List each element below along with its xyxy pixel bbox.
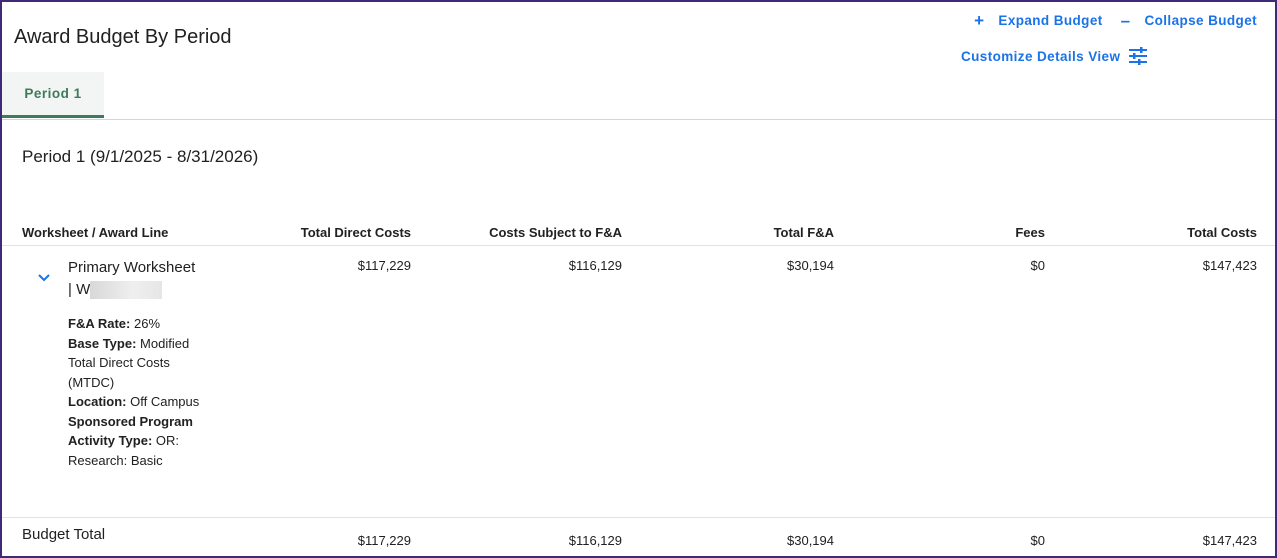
total-total-direct-costs: $117,229 bbox=[357, 533, 411, 548]
expand-budget-button[interactable]: + Expand Budget bbox=[974, 12, 1103, 29]
column-header-total-direct-costs: Total Direct Costs bbox=[300, 225, 411, 240]
budget-total-label: Budget Total bbox=[22, 526, 106, 543]
tab-period-1-label: Period 1 bbox=[24, 86, 82, 101]
column-header-total-fa: Total F&A bbox=[773, 225, 834, 240]
total-fees: $0 bbox=[1030, 533, 1045, 548]
cell-total-direct-costs: $117,229 bbox=[357, 258, 411, 273]
tab-divider bbox=[2, 119, 1275, 120]
worksheet-name-line1: Primary Worksheet bbox=[68, 259, 196, 276]
total-costs-subject-fa: $116,129 bbox=[568, 533, 622, 548]
column-header-costs-subject-fa: Costs Subject to F&A bbox=[489, 225, 622, 240]
expand-budget-label: Expand Budget bbox=[998, 13, 1103, 28]
column-header-total-costs: Total Costs bbox=[1187, 225, 1257, 240]
base-type: Base Type: Modified Total Direct Costs (… bbox=[68, 335, 190, 390]
cell-fees: $0 bbox=[1030, 258, 1045, 273]
worksheet-name-prefix: | W bbox=[68, 281, 91, 298]
tab-period-1[interactable]: Period 1 bbox=[2, 72, 104, 118]
minus-icon: – bbox=[1120, 11, 1131, 30]
customize-details-view-label: Customize Details View bbox=[961, 48, 1121, 64]
fa-rate: F&A Rate: 26% bbox=[68, 316, 161, 331]
chevron-down-icon[interactable] bbox=[36, 270, 52, 286]
worksheet-name: Primary Worksheet | W bbox=[68, 257, 195, 301]
collapse-budget-label: Collapse Budget bbox=[1144, 13, 1257, 28]
total-total-fa: $30,194 bbox=[787, 533, 834, 548]
cell-total-fa: $30,194 bbox=[787, 258, 834, 273]
cell-total-costs: $147,423 bbox=[1202, 258, 1257, 273]
column-header-worksheet: Worksheet / Award Line bbox=[22, 225, 169, 240]
total-divider bbox=[2, 517, 1275, 518]
customize-details-view-button[interactable]: Customize Details View bbox=[961, 47, 1148, 65]
worksheet-name-line2: | W bbox=[68, 279, 195, 301]
activity-type: Sponsored Program Activity Type: OR: Res… bbox=[68, 413, 193, 468]
column-header-fees: Fees bbox=[1015, 225, 1045, 240]
total-total-costs: $147,423 bbox=[1202, 533, 1257, 548]
collapse-budget-button[interactable]: – Collapse Budget bbox=[1121, 12, 1257, 29]
sliders-icon bbox=[1129, 47, 1148, 65]
redacted-text bbox=[90, 281, 163, 300]
page-title: Award Budget By Period bbox=[14, 26, 232, 48]
header-divider bbox=[2, 245, 1275, 246]
worksheet-details: F&A Rate: 26% Base Type: Modified Total … bbox=[68, 314, 218, 470]
location: Location: Off Campus bbox=[68, 394, 200, 409]
period-heading: Period 1 (9/1/2025 - 8/31/2026) bbox=[22, 147, 259, 166]
cell-costs-subject-fa: $116,129 bbox=[568, 258, 622, 273]
plus-icon: + bbox=[974, 11, 985, 30]
award-budget-panel: Award Budget By Period + Expand Budget –… bbox=[0, 0, 1277, 558]
